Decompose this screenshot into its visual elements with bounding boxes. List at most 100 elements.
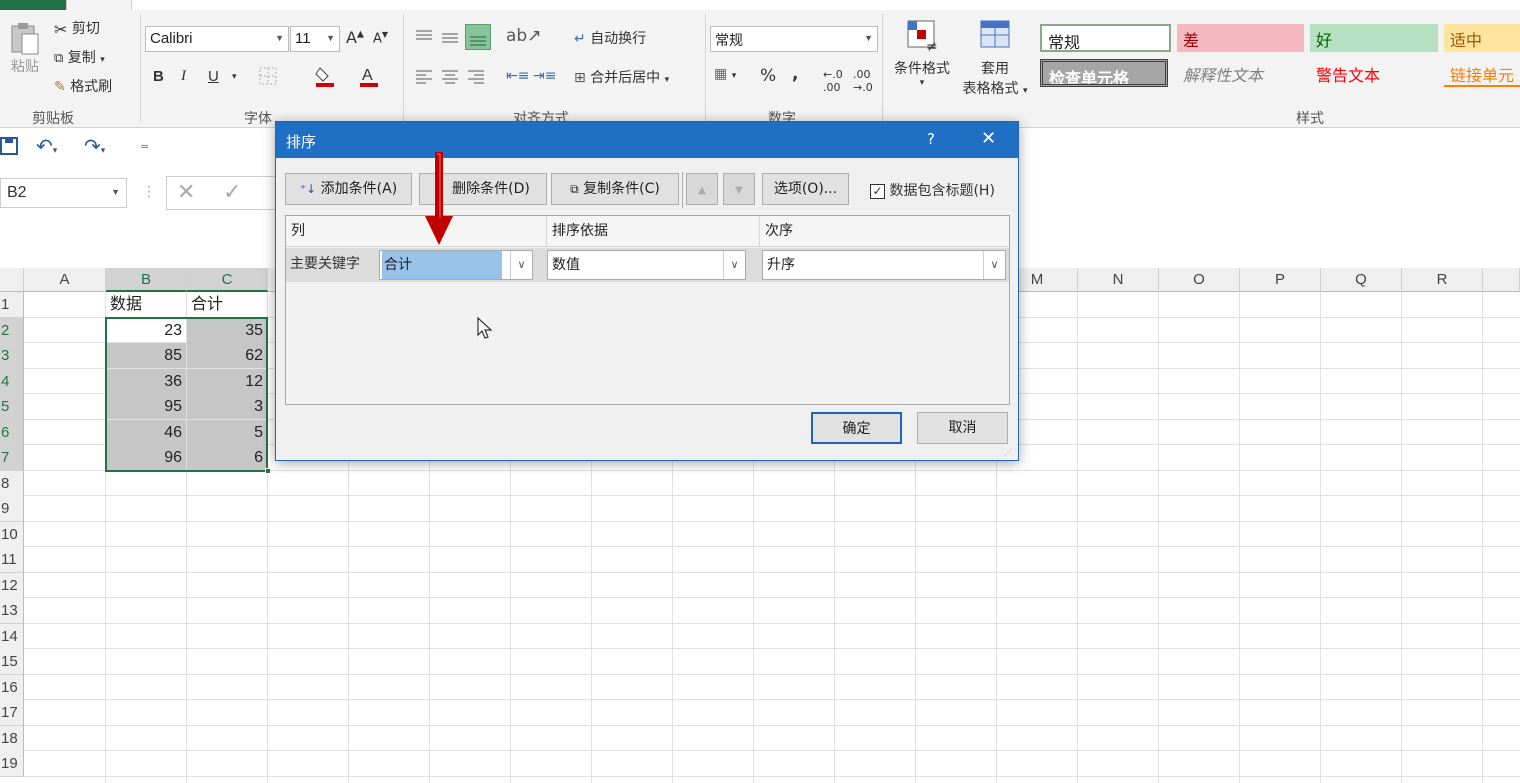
cancel-button[interactable]: 取消 (917, 412, 1008, 444)
row-header-7[interactable]: 7 (0, 445, 24, 471)
row-header-16[interactable]: 16 (0, 674, 24, 701)
help-button[interactable]: ? (927, 130, 935, 148)
percent-button[interactable]: % (760, 66, 776, 86)
format-as-table-button[interactable]: 套用 表格格式 ▾ (958, 18, 1032, 98)
row-header-10[interactable]: 10 (0, 521, 24, 548)
increase-indent-button[interactable]: ⇥≡ (533, 68, 556, 84)
row-header-2[interactable]: 2 (0, 317, 24, 344)
close-icon[interactable]: ✕ (981, 128, 996, 149)
column-header-a[interactable]: A (24, 268, 106, 292)
bold-button[interactable]: B (153, 68, 164, 85)
customize-qat-button[interactable]: = (140, 140, 149, 153)
save-button[interactable] (0, 136, 20, 160)
undo-button[interactable]: ↶▾ (36, 134, 57, 158)
cell-b1[interactable]: 数据 (106, 292, 186, 317)
column-header-q[interactable]: Q (1321, 268, 1402, 292)
copy-condition-button[interactable]: ⧉ 复制条件(C) (551, 173, 679, 205)
shrink-font-button[interactable]: A▼ (373, 30, 388, 46)
add-condition-button[interactable]: ⁺↓ 添加条件(A) (285, 173, 412, 205)
order-dropdown[interactable]: 升序 ∨ (762, 250, 1006, 280)
comma-button[interactable]: , (792, 64, 798, 84)
copy-button[interactable]: ⧉ 复制 ▾ (54, 47, 105, 67)
chevron-down-icon[interactable]: ▾ (232, 72, 237, 82)
fill-color-button[interactable] (314, 64, 338, 92)
style-bad[interactable]: 差 (1177, 24, 1304, 52)
column-dropdown[interactable]: 合计 ∨ (379, 250, 533, 280)
bottom-align-button[interactable] (465, 24, 491, 50)
row-header-1[interactable]: 1 (0, 292, 24, 318)
ok-button[interactable]: 确定 (811, 412, 902, 444)
style-check-cell[interactable]: 检查单元格 (1040, 59, 1168, 87)
font-name-combo[interactable]: Calibri ▼ (145, 26, 289, 52)
fill-handle[interactable] (265, 467, 271, 474)
column-header-c[interactable]: C (187, 268, 268, 292)
row-header-9[interactable]: 9 (0, 496, 24, 522)
italic-button[interactable]: I (181, 68, 186, 85)
conditional-format-button[interactable]: ≠ 条件格式 ▾ (891, 18, 953, 88)
options-button[interactable]: 选项(O)... (762, 173, 849, 205)
style-good[interactable]: 好 (1310, 24, 1438, 52)
move-down-button[interactable]: ▼ (723, 173, 755, 205)
row-header-18[interactable]: 18 (0, 725, 24, 752)
row-header-11[interactable]: 11 (0, 547, 24, 573)
decrease-decimal-button[interactable]: .00 →.0 (853, 68, 873, 94)
style-neutral[interactable]: 适中 (1444, 24, 1520, 52)
row-header-13[interactable]: 13 (0, 598, 24, 624)
headers-checkbox-row[interactable]: ✓ 数据包含标题(H) (870, 180, 995, 200)
paste-button[interactable]: 粘贴 (6, 22, 44, 76)
home-tab[interactable] (66, 0, 132, 10)
underline-button[interactable]: U (208, 68, 219, 85)
cut-button[interactable]: ✂ 剪切 (54, 18, 100, 39)
middle-align-button[interactable] (440, 28, 460, 50)
column-header-p[interactable]: P (1240, 268, 1321, 292)
gridline (1401, 292, 1402, 783)
row-header-3[interactable]: 3 (0, 343, 24, 369)
left-align-button[interactable] (414, 68, 434, 90)
orientation-button[interactable]: ab↗ (506, 26, 541, 46)
increase-decimal-button[interactable]: ←.0.00 (823, 68, 843, 94)
file-tab[interactable] (0, 0, 66, 10)
column-header-o[interactable]: O (1159, 268, 1240, 292)
grow-font-button[interactable]: A▲ (346, 28, 364, 47)
cell-c1[interactable]: 合计 (187, 292, 267, 317)
move-up-button[interactable]: ▲ (686, 173, 718, 205)
column-header-b[interactable]: B (106, 268, 187, 292)
row-header-14[interactable]: 14 (0, 623, 24, 650)
row-header-4[interactable]: 4 (0, 368, 24, 395)
row-header-19[interactable]: 19 (0, 751, 24, 777)
row-header-5[interactable]: 5 (0, 394, 24, 420)
paste-label: 粘贴 (11, 59, 39, 75)
decrease-indent-button[interactable]: ⇤≡ (506, 68, 529, 84)
top-align-button[interactable] (414, 28, 434, 50)
sort-on-dropdown[interactable]: 数值 ∨ (547, 250, 746, 280)
resize-grip-icon[interactable]: ⋰ (1004, 448, 1012, 457)
row-header-17[interactable]: 17 (0, 700, 24, 726)
column-header-overflow (1483, 268, 1520, 292)
center-align-button[interactable] (440, 68, 460, 90)
merge-center-button[interactable]: ⊞ 合并后居中 ▾ (574, 67, 669, 87)
font-size-combo[interactable]: 11 ▼ (290, 26, 340, 52)
right-align-button[interactable] (466, 68, 486, 90)
column-header-n[interactable]: N (1078, 268, 1159, 292)
style-normal[interactable]: 常规 (1040, 24, 1171, 52)
accounting-format-button[interactable]: ▦ ▾ (714, 66, 736, 82)
wrap-text-button[interactable]: ↵ 自动换行 (574, 28, 646, 48)
row-header-15[interactable]: 15 (0, 649, 24, 675)
style-explanatory[interactable]: 解释性文本 (1177, 59, 1304, 87)
row-header-6[interactable]: 6 (0, 419, 24, 446)
style-warning[interactable]: 警告文本 (1310, 59, 1438, 87)
row-header-12[interactable]: 12 (0, 572, 24, 599)
font-color-button[interactable]: A (358, 64, 380, 92)
style-linked-cell[interactable]: 链接单元 (1444, 59, 1520, 87)
borders-button[interactable] (258, 66, 280, 90)
check-icon[interactable]: ✓ (223, 180, 241, 205)
name-box[interactable]: B2 ▼ (0, 178, 127, 208)
cancel-icon[interactable]: ✕ (177, 180, 195, 205)
row-header-8[interactable]: 8 (0, 470, 24, 497)
format-painter-button[interactable]: ✎ 格式刷 (54, 76, 112, 96)
headers-checkbox[interactable]: ✓ (870, 183, 885, 199)
select-all-corner[interactable] (0, 268, 24, 292)
redo-button[interactable]: ↷▾ (84, 134, 105, 158)
column-header-r[interactable]: R (1402, 268, 1483, 292)
number-format-combo[interactable]: 常规 ▼ (710, 26, 878, 52)
